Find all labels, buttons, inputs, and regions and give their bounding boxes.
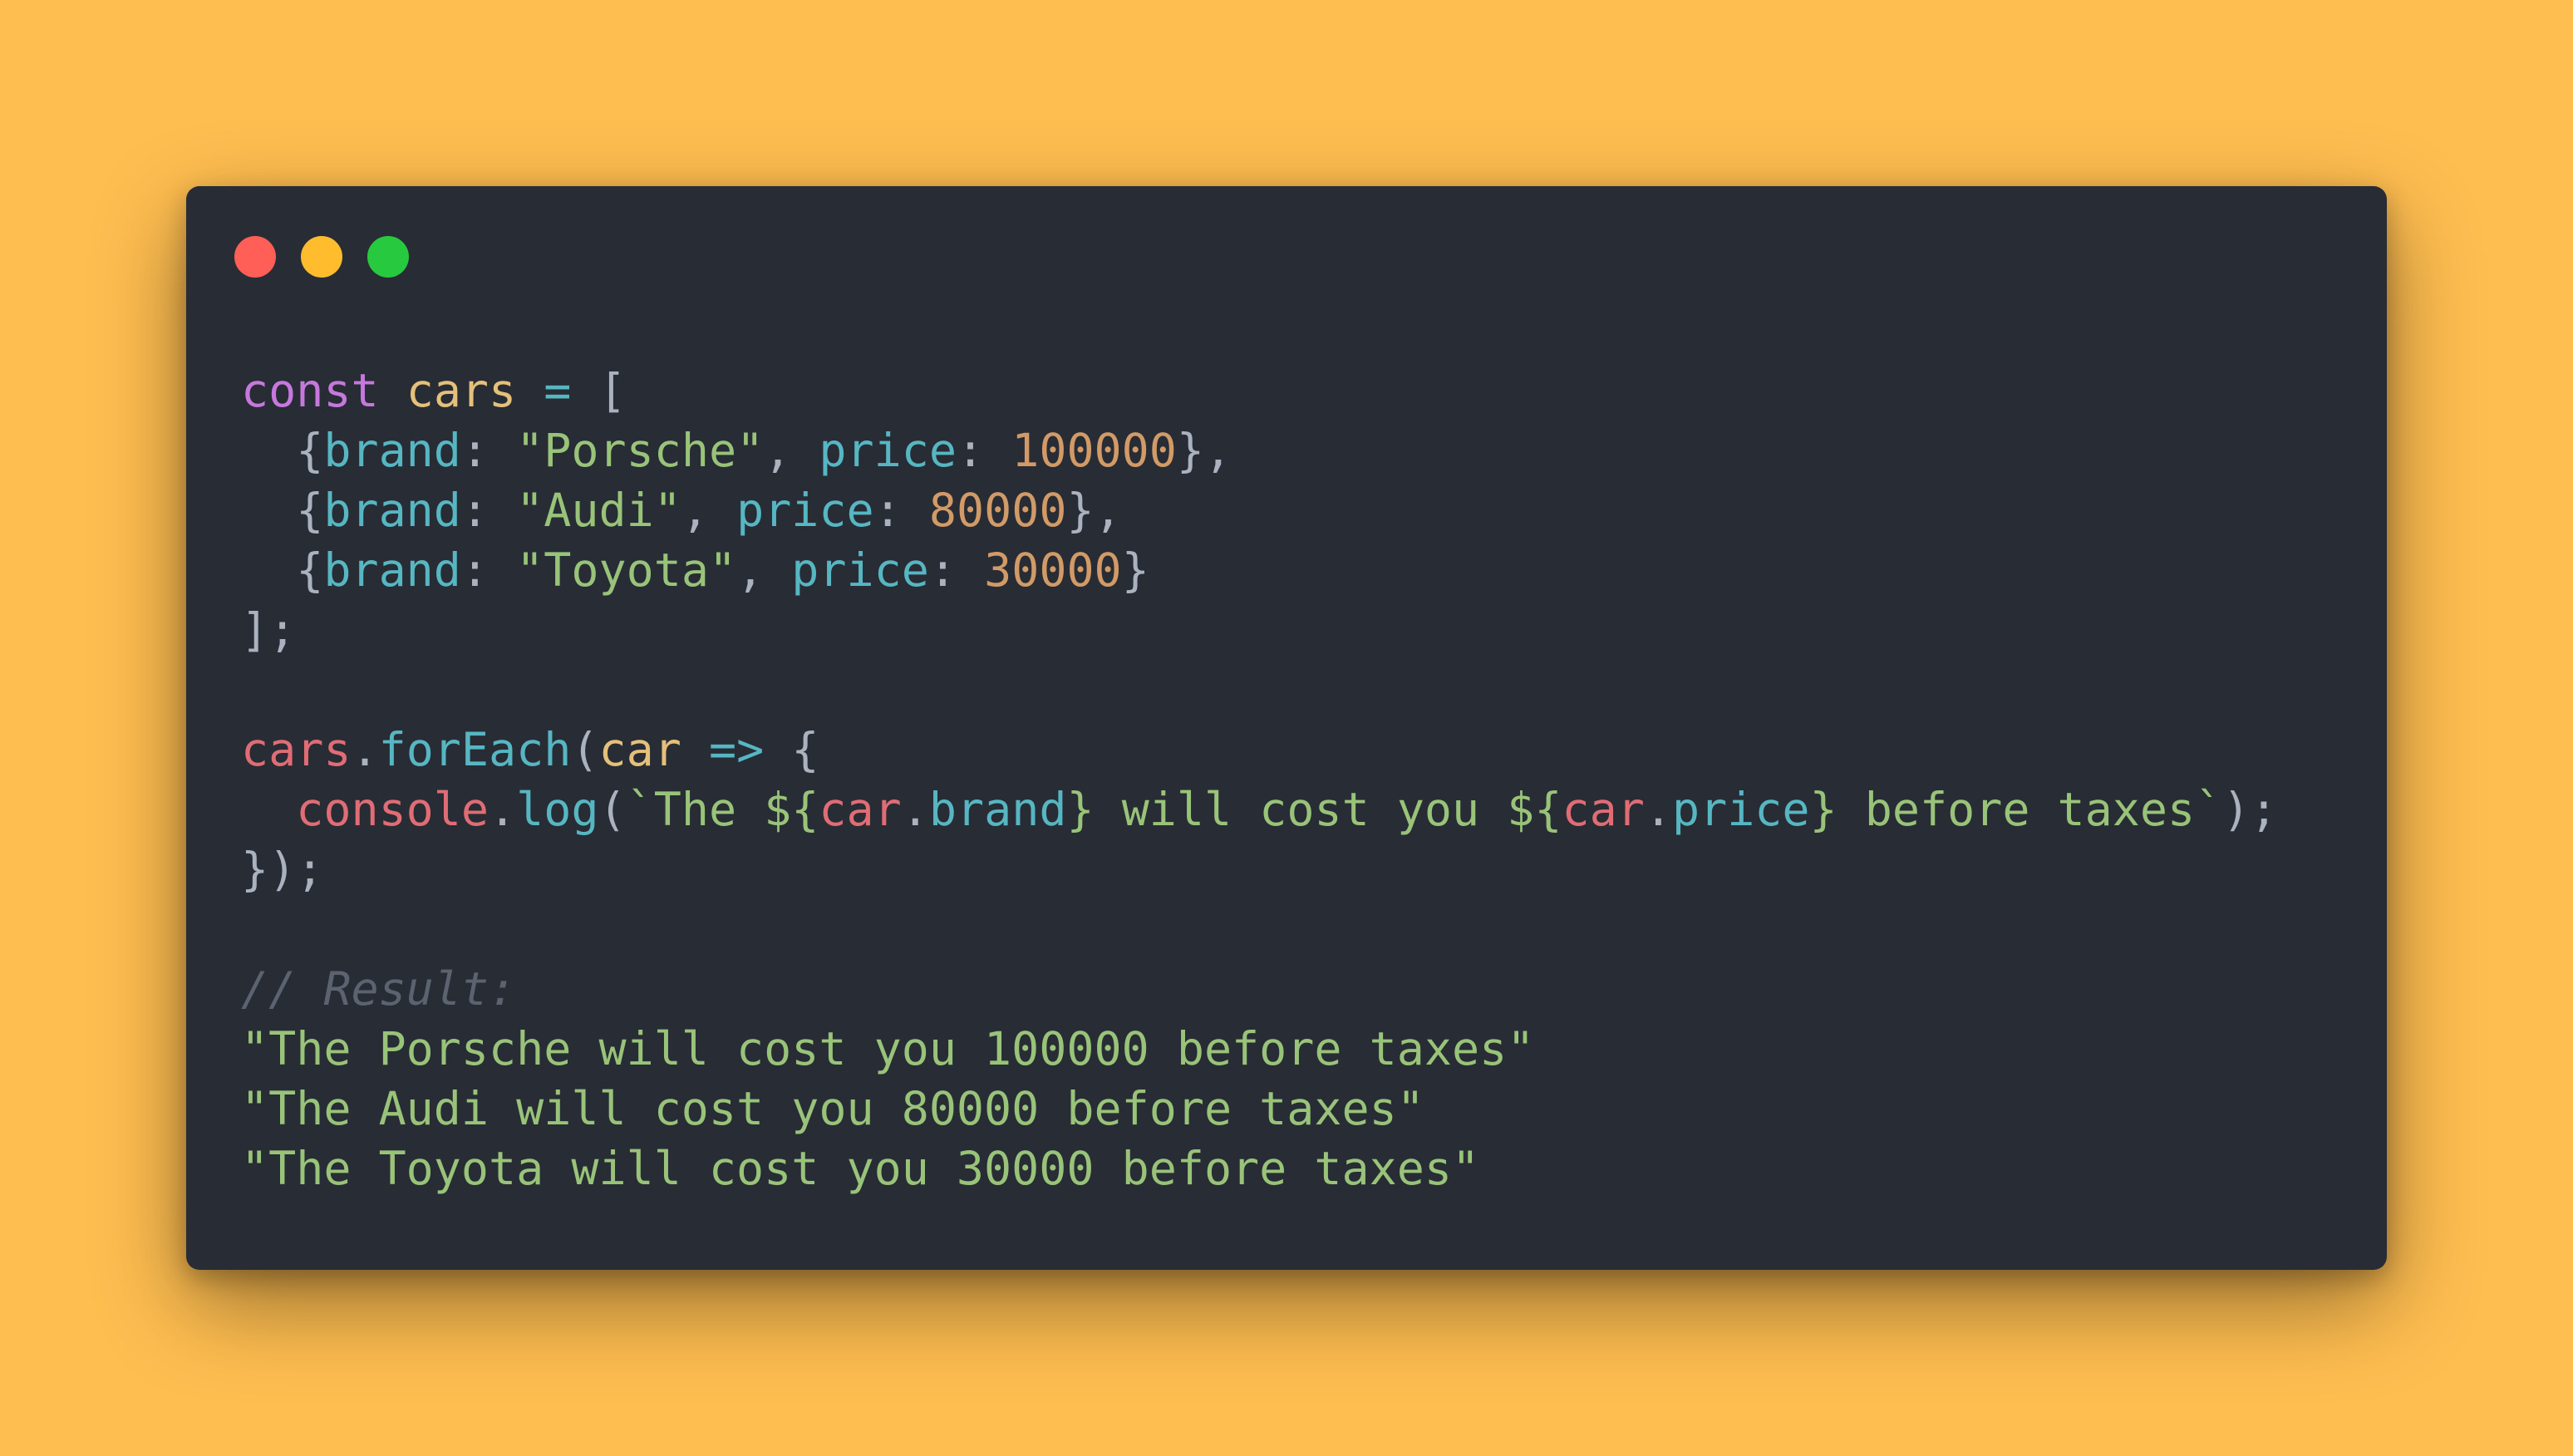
code-token-property: price — [736, 484, 874, 537]
zoom-dot[interactable] — [367, 236, 409, 278]
code-token-number: 30000 — [984, 544, 1122, 597]
code-token-string: "Toyota" — [516, 544, 737, 597]
minimize-dot[interactable] — [301, 236, 342, 278]
code-token-punctuation: : — [460, 484, 517, 537]
code-token-punctuation: . — [351, 723, 379, 776]
code-token-punctuation: { — [241, 484, 324, 537]
code-token-property: brand — [928, 783, 1067, 836]
code-token-punctuation: , — [681, 484, 737, 537]
code-token-punctuation: . — [901, 783, 929, 836]
code-token-punctuation: ( — [571, 723, 599, 776]
code-line: const cars = [ — [241, 361, 2277, 421]
code-token-punctuation: }, — [1176, 424, 1232, 477]
code-line: console.log(`The ${car.brand} will cost … — [241, 780, 2277, 839]
code-token-string: "The Porsche will cost you 100000 before… — [241, 1022, 1535, 1075]
code-token-comment: // Result: — [241, 962, 517, 1016]
code-token-punctuation: [ — [571, 364, 627, 417]
code-token-keyword: const — [241, 364, 379, 417]
code-token-number: 100000 — [1011, 424, 1177, 477]
code-token-operator: => — [708, 723, 765, 776]
code-token-punctuation: }); — [241, 843, 324, 896]
code-token-punctuation: ( — [598, 783, 627, 836]
code-token-operator: = — [544, 364, 572, 417]
code-token-property: brand — [323, 544, 461, 597]
code-token-property: forEach — [378, 723, 572, 776]
code-token-string: } will cost you ${ — [1066, 783, 1562, 836]
code-token-punctuation: { — [241, 544, 324, 597]
code-token-object: cars — [241, 723, 352, 776]
code-token-punctuation: : — [460, 424, 517, 477]
code-block: const cars = [ {brand: "Porsche", price:… — [241, 361, 2277, 1198]
code-line: // Result: — [241, 959, 2277, 1019]
code-line: }); — [241, 839, 2277, 899]
code-token-string: "The Toyota will cost you 30000 before t… — [241, 1142, 1480, 1195]
code-token-variable: cars — [406, 364, 517, 417]
code-token-punctuation: } — [1121, 544, 1149, 597]
code-token-number: 80000 — [928, 484, 1067, 537]
code-line: ]; — [241, 600, 2277, 660]
code-token-punctuation: . — [489, 783, 517, 836]
code-line: {brand: "Toyota", price: 30000} — [241, 540, 2277, 600]
code-token-punctuation: }, — [1066, 484, 1122, 537]
code-token-punctuation: . — [1644, 783, 1672, 836]
code-token-punctuation: { — [764, 723, 819, 776]
code-line: "The Toyota will cost you 30000 before t… — [241, 1139, 2277, 1198]
code-token-object: car — [1562, 783, 1645, 836]
code-token-string: } before taxes` — [1809, 783, 2223, 836]
code-line: "The Porsche will cost you 100000 before… — [241, 1019, 2277, 1079]
code-token-property: price — [791, 544, 929, 597]
code-line: cars.forEach(car => { — [241, 720, 2277, 780]
code-token-string: `The ${ — [626, 783, 819, 836]
code-token-property: price — [1671, 783, 1810, 836]
code-line: "The Audi will cost you 80000 before tax… — [241, 1079, 2277, 1139]
code-token-punctuation: : — [460, 544, 517, 597]
code-token-punctuation — [379, 364, 406, 417]
code-token-punctuation: ); — [2222, 783, 2278, 836]
code-token-punctuation: { — [241, 424, 324, 477]
code-token-punctuation: : — [956, 424, 1012, 477]
code-token-string: "The Audi will cost you 80000 before tax… — [241, 1082, 1424, 1135]
code-token-property: brand — [323, 424, 461, 477]
code-token-punctuation: : — [928, 544, 985, 597]
code-token-string: "Audi" — [516, 484, 681, 537]
code-line: {brand: "Porsche", price: 100000}, — [241, 421, 2277, 480]
code-line: {brand: "Audi", price: 80000}, — [241, 480, 2277, 540]
code-token-object: console — [296, 783, 490, 836]
close-dot[interactable] — [234, 236, 276, 278]
code-token-variable: car — [598, 723, 681, 776]
code-token-punctuation: , — [736, 544, 792, 597]
code-token-punctuation: : — [873, 484, 929, 537]
code-token-punctuation: , — [764, 424, 819, 477]
window-controls — [234, 236, 409, 278]
code-token-punctuation — [681, 723, 709, 776]
code-token-property: brand — [323, 484, 461, 537]
code-window: const cars = [ {brand: "Porsche", price:… — [186, 186, 2387, 1270]
code-token-object: car — [819, 783, 902, 836]
code-token-punctuation — [241, 783, 296, 836]
code-token-punctuation — [516, 364, 544, 417]
code-token-property: log — [516, 783, 599, 836]
code-token-punctuation: ]; — [241, 603, 297, 657]
code-token-property: price — [819, 424, 957, 477]
code-token-string: "Porsche" — [516, 424, 765, 477]
